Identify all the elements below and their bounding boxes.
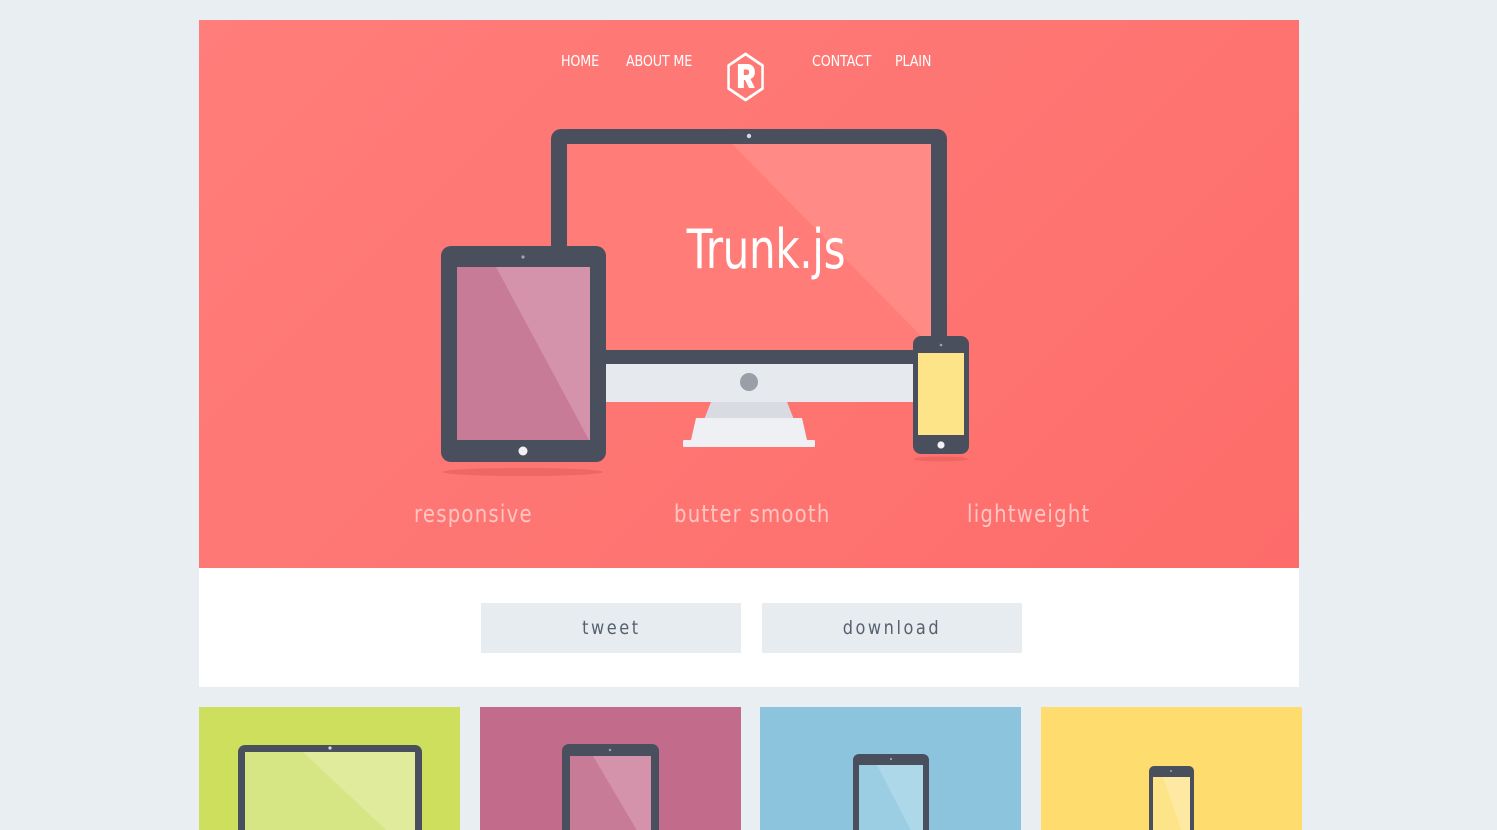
monitor-stand-base — [683, 440, 815, 447]
phone-camera — [939, 343, 943, 347]
tagline-responsive: responsive — [414, 500, 533, 528]
tile-phone[interactable] — [1041, 707, 1302, 830]
monitor-bezel-bottom — [551, 350, 947, 364]
tablet-home-button — [518, 446, 528, 456]
logo-icon[interactable] — [726, 52, 765, 102]
monitor-camera — [746, 133, 752, 139]
tablet-camera — [521, 255, 525, 259]
tablet-shadow — [443, 468, 603, 476]
tablet-icon — [562, 744, 659, 830]
download-button-label: download — [842, 617, 942, 639]
download-button[interactable]: download — [762, 603, 1022, 653]
phone-home-button — [937, 441, 945, 449]
tagline-butter-smooth: butter smooth — [674, 500, 831, 528]
nav-about-me[interactable]: ABOUT ME — [626, 52, 692, 70]
tagline-lightweight: lightweight — [967, 500, 1091, 528]
phone-icon — [1149, 766, 1194, 830]
tile-phablet[interactable] — [760, 707, 1021, 830]
hero-section: Trunk.js HOME ABOUT ME CONTACT PLAIN res… — [199, 20, 1299, 568]
devices-illustration — [441, 129, 969, 476]
tweet-button-label: tweet — [581, 617, 641, 639]
nav-plain[interactable]: PLAIN — [895, 52, 931, 70]
main-nav: HOME ABOUT ME CONTACT PLAIN — [199, 38, 1299, 102]
action-bar: tweet download — [199, 568, 1299, 687]
laptop-icon — [238, 745, 422, 830]
page-container: Trunk.js HOME ABOUT ME CONTACT PLAIN res… — [199, 20, 1299, 687]
tile-laptop[interactable] — [199, 707, 460, 830]
nav-contact[interactable]: CONTACT — [812, 52, 871, 70]
phone-shadow — [914, 456, 968, 462]
monitor-stand-front — [691, 418, 807, 440]
phone-screen — [918, 353, 964, 435]
phablet-icon — [853, 754, 929, 830]
logo-hexagon-icon — [727, 52, 764, 102]
nav-home[interactable]: HOME — [561, 52, 599, 70]
tweet-button[interactable]: tweet — [481, 603, 741, 653]
monitor-logo — [740, 373, 758, 391]
hero-title: Trunk.js — [686, 218, 846, 281]
tile-tablet[interactable] — [480, 707, 741, 830]
